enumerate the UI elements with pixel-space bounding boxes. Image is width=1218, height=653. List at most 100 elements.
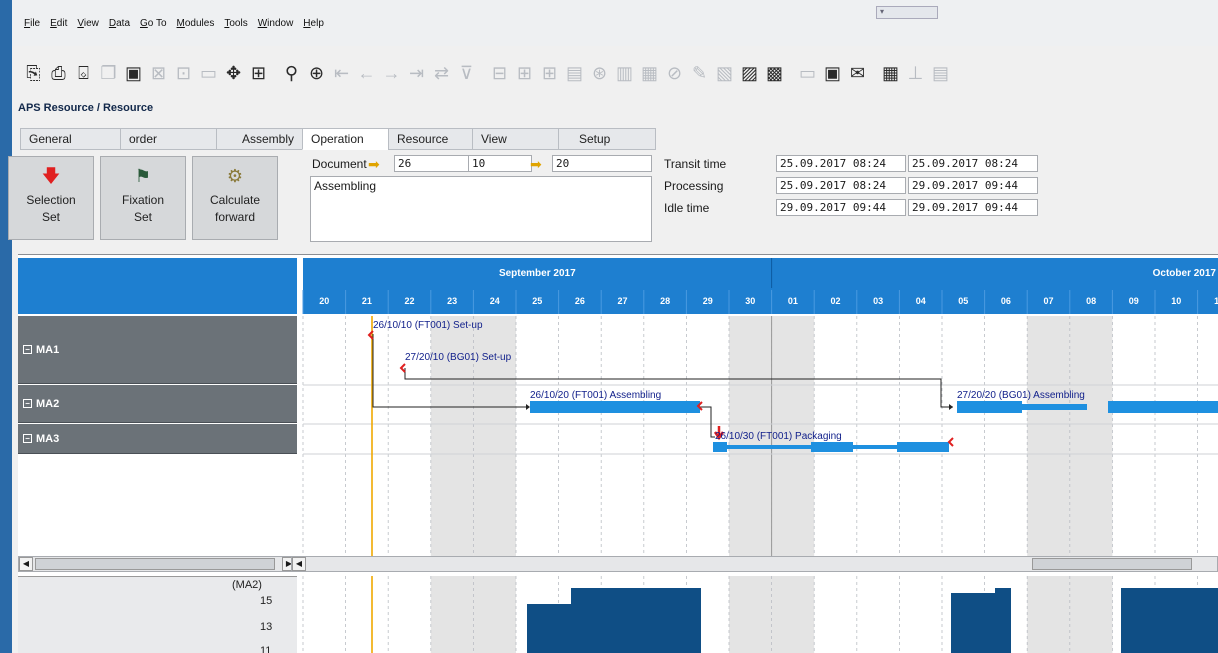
task-bar-26-10-20[interactable] bbox=[530, 401, 700, 413]
table-icon[interactable]: ⊞ bbox=[515, 64, 534, 83]
menu-data[interactable]: Data bbox=[109, 18, 130, 29]
calculate-forward-button[interactable]: ⚙ Calculate forward bbox=[192, 156, 278, 240]
task-bar-27-20-20-continuation[interactable] bbox=[1022, 404, 1087, 410]
menu-modules[interactable]: Modules bbox=[177, 18, 215, 29]
previous-icon[interactable]: ← bbox=[357, 64, 376, 83]
inbox-icon[interactable]: ⌺ bbox=[74, 64, 93, 83]
idle-time-start[interactable]: 29.09.2017 09:44 bbox=[776, 199, 906, 216]
layout-icon[interactable]: ⊞ bbox=[249, 64, 268, 83]
layout-selector[interactable]: ▾ bbox=[876, 6, 938, 19]
doc-edit-icon[interactable]: ▧ bbox=[715, 64, 734, 83]
task-bar-27-20-20-tail[interactable] bbox=[1108, 401, 1218, 413]
sheet-icon[interactable]: ▤ bbox=[565, 64, 584, 83]
tab-setup[interactable]: Setup bbox=[558, 128, 656, 150]
tab-view[interactable]: View bbox=[472, 128, 558, 150]
comment-icon[interactable]: ▩ bbox=[765, 64, 784, 83]
timeline-scrollbar[interactable]: ◀ bbox=[291, 556, 1218, 572]
operation-description[interactable]: Assembling bbox=[310, 176, 652, 242]
move-icon[interactable]: ✥ bbox=[224, 64, 243, 83]
processing-start[interactable]: 25.09.2017 08:24 bbox=[776, 177, 906, 194]
row-ma2[interactable]: − MA2 bbox=[18, 385, 297, 423]
document-position-field[interactable]: 10 bbox=[468, 155, 532, 172]
tab-general[interactable]: General bbox=[20, 128, 120, 150]
pdf-icon[interactable]: ▭ bbox=[199, 64, 218, 83]
collapse-icon[interactable]: − bbox=[23, 434, 32, 443]
task-bar-26-10-30-link[interactable] bbox=[727, 445, 811, 449]
calendar-icon[interactable]: ▣ bbox=[823, 64, 842, 83]
collapse-icon[interactable]: − bbox=[23, 399, 32, 408]
document-jump-icon[interactable]: ➡ bbox=[368, 157, 388, 171]
transit-time-end[interactable]: 25.09.2017 08:24 bbox=[908, 155, 1038, 172]
resource-scrollbar[interactable]: ◀ ▶ bbox=[18, 556, 297, 572]
task-bar-26-10-30-c[interactable] bbox=[897, 442, 949, 452]
day-label: 04 bbox=[916, 296, 926, 306]
print-icon[interactable]: ⎙ bbox=[49, 64, 68, 83]
tab-operation[interactable]: Operation bbox=[302, 128, 388, 150]
grid-icon[interactable]: ⊟ bbox=[490, 64, 509, 83]
calculator-icon[interactable]: ▦ bbox=[881, 64, 900, 83]
doc-icon[interactable]: ▨ bbox=[740, 64, 759, 83]
menu-go-to[interactable]: Go To bbox=[140, 18, 167, 29]
copy-icon[interactable]: ❐ bbox=[99, 64, 118, 83]
excel-icon[interactable]: ⊠ bbox=[149, 64, 168, 83]
fixation-set-button[interactable]: ⚑ Fixation Set bbox=[100, 156, 186, 240]
tab-resource[interactable]: Resource bbox=[388, 128, 472, 150]
day-label: 27 bbox=[617, 296, 627, 306]
row-ma3[interactable]: − MA3 bbox=[18, 424, 297, 454]
menu-edit[interactable]: Edit bbox=[50, 18, 67, 29]
table-edit-icon[interactable]: ⊞ bbox=[540, 64, 559, 83]
idle-time-end[interactable]: 29.09.2017 09:44 bbox=[908, 199, 1038, 216]
menu-view[interactable]: View bbox=[77, 18, 99, 29]
menu-help[interactable]: Help bbox=[303, 18, 324, 29]
scroll-left-icon[interactable]: ◀ bbox=[19, 557, 33, 571]
timeline-scroll-left-icon[interactable]: ◀ bbox=[292, 557, 306, 571]
gantt-chart[interactable]: September 2017 October 2017 20 21 22 23 24 25 26… bbox=[291, 258, 1218, 558]
tab-assembly[interactable]: Assembly bbox=[216, 128, 302, 150]
task-bar-26-10-30[interactable] bbox=[713, 442, 727, 452]
menu-tools[interactable]: Tools bbox=[224, 18, 247, 29]
day-label: 28 bbox=[660, 296, 670, 306]
add-entry-icon[interactable]: ⊕ bbox=[307, 64, 326, 83]
export-icon[interactable]: ⊘ bbox=[665, 64, 684, 83]
transit-time-start[interactable]: 25.09.2017 08:24 bbox=[776, 155, 906, 172]
window-icon[interactable]: ▣ bbox=[124, 64, 143, 83]
weekend-shade bbox=[729, 576, 772, 653]
processing-end[interactable]: 29.09.2017 09:44 bbox=[908, 177, 1038, 194]
timeline-scroll-thumb[interactable] bbox=[1032, 558, 1192, 570]
document-operation-field[interactable]: 20 bbox=[552, 155, 652, 172]
day-label: 07 bbox=[1043, 296, 1053, 306]
search-icon[interactable]: ⊛ bbox=[590, 64, 609, 83]
message-icon[interactable]: ▭ bbox=[798, 64, 817, 83]
last-icon[interactable]: ⇥ bbox=[407, 64, 426, 83]
first-icon[interactable]: ⇤ bbox=[332, 64, 351, 83]
swap-icon[interactable]: ⇄ bbox=[432, 64, 451, 83]
day-label: 26 bbox=[575, 296, 585, 306]
task-bar-26-10-30-link-b[interactable] bbox=[853, 445, 897, 449]
day-label: 30 bbox=[745, 296, 755, 306]
task-bar-26-10-30-b[interactable] bbox=[811, 442, 853, 452]
menu-file[interactable]: File bbox=[24, 18, 40, 29]
binoculars-icon[interactable]: ⚲ bbox=[282, 64, 301, 83]
next-icon[interactable]: → bbox=[382, 64, 401, 83]
resource-scroll-thumb[interactable] bbox=[35, 558, 275, 570]
columns-icon[interactable]: ▦ bbox=[640, 64, 659, 83]
preview-icon[interactable]: ⎘ bbox=[24, 64, 43, 83]
chart-icon[interactable]: ▥ bbox=[615, 64, 634, 83]
selection-set-button[interactable]: 🡇 Selection Set bbox=[8, 156, 94, 240]
document-order-field[interactable]: 26 bbox=[394, 155, 476, 172]
report-icon[interactable]: ▤ bbox=[931, 64, 950, 83]
filter-icon[interactable]: ⊽ bbox=[457, 64, 476, 83]
calculate-forward-label: Calculate bbox=[209, 193, 261, 207]
task-bar-27-20-20[interactable] bbox=[957, 401, 1022, 413]
collapse-icon[interactable]: − bbox=[23, 345, 32, 354]
operation-jump-icon[interactable]: ➡ bbox=[530, 157, 550, 171]
tab-order[interactable]: order bbox=[120, 128, 216, 150]
hierarchy-icon[interactable]: ⊥ bbox=[906, 64, 925, 83]
word-icon[interactable]: ⊡ bbox=[174, 64, 193, 83]
menu-window[interactable]: Window bbox=[258, 18, 294, 29]
load-bar bbox=[951, 593, 995, 653]
dependency-arrow-icon bbox=[526, 404, 530, 410]
mail-icon[interactable]: ✉ bbox=[848, 64, 867, 83]
edit-icon[interactable]: ✎ bbox=[690, 64, 709, 83]
row-ma1[interactable]: − MA1 bbox=[18, 316, 297, 384]
